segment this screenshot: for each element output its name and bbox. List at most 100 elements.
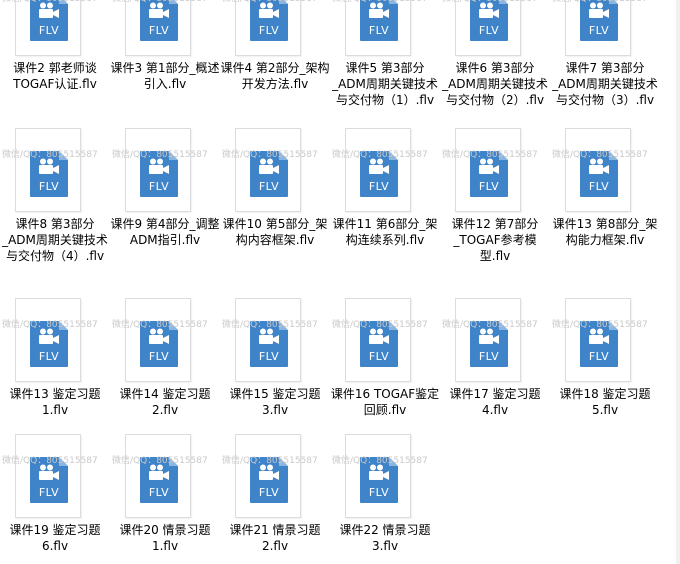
file-name: 课件17 鉴定习题4.flv <box>449 387 541 417</box>
video-file-icon: FLV <box>360 0 398 41</box>
watermark-text: 微信/QQ：805515587 <box>442 0 552 4</box>
file-ext-label: FLV <box>148 180 170 193</box>
file-ext-label: FLV <box>38 486 60 499</box>
file-ext-label: FLV <box>588 350 610 363</box>
file-thumbnail: FLV 微信/QQ：805515587 <box>332 298 428 382</box>
file-name: 课件22 情景习题3.flv <box>339 523 431 553</box>
video-camera-icon <box>259 2 279 18</box>
watermark-text: 微信/QQ：805515587 <box>112 456 208 466</box>
video-camera-icon <box>589 2 609 18</box>
video-file-icon: FLV <box>250 0 288 41</box>
watermark-text: 微信/QQ：805515587 <box>442 320 538 330</box>
file-thumbnail: FLV 微信/QQ：805515587 <box>112 434 208 518</box>
file-grid: FLV 微信/QQ：805515587 课件2 郭老师谈TOGAF认证.flv FLV… <box>0 0 680 564</box>
file-name: 课件21 情景习题2.flv <box>229 523 321 553</box>
file-thumbnail: FLV 微信/QQ：805515587 <box>2 434 98 518</box>
watermark-text: 微信/QQ：805515587 <box>2 320 98 330</box>
file-thumbnail: FLV微信/QQ：805515587 <box>332 434 428 518</box>
file-name: 课件7 第3部分_ADM周期关键技术与交付物（3）.flv <box>552 61 658 107</box>
file-ext-label: FLV <box>258 180 280 193</box>
watermark-text: 微信/QQ：805515587 <box>222 0 332 4</box>
video-camera-icon <box>149 158 169 174</box>
file-name: 课件18 鉴定习题5.flv <box>559 387 651 417</box>
watermark-text: 微信/QQ：805515587 <box>2 0 112 4</box>
video-camera-icon <box>369 2 389 18</box>
file-thumbnail: FLV微信/QQ：805515587 <box>552 298 648 382</box>
watermark-text: 微信/QQ：805515587 <box>112 0 222 4</box>
file-ext-label: FLV <box>368 24 390 37</box>
watermark-text: 微信/QQ：805515587 <box>2 150 98 160</box>
file-ext-label: FLV <box>478 24 500 37</box>
file-thumbnail: FLV微信/QQ：805515587 <box>552 0 648 56</box>
video-camera-icon <box>369 328 389 344</box>
watermark-text: 微信/QQ：805515587 <box>332 0 442 4</box>
file-ext-label: FLV <box>148 486 170 499</box>
file-thumbnail: FLV微信/QQ：805515587 <box>2 298 98 382</box>
file-ext-label: FLV <box>38 180 60 193</box>
video-camera-icon <box>589 158 609 174</box>
file-name: 课件13 第8部分_架构能力框架.flv <box>552 217 658 247</box>
video-camera-icon <box>259 158 279 174</box>
file-name: 课件2 郭老师谈TOGAF认证.flv <box>13 61 97 91</box>
file-thumbnail: FLV微信/QQ：805515587 <box>2 0 98 56</box>
vertical-scrollbar[interactable] <box>676 0 680 564</box>
file-ext-label: FLV <box>38 24 60 37</box>
watermark-text: 微信/QQ：805515587 <box>222 150 318 160</box>
watermark-text: 微信/QQ：805515587 <box>442 150 538 160</box>
file-name: 课件4 第2部分_架构开发方法.flv <box>220 61 330 91</box>
file-ext-label: FLV <box>478 180 500 193</box>
file-thumbnail: FLV微信/QQ：805515587 <box>442 0 538 56</box>
watermark-text: 微信/QQ：805515587 <box>332 320 428 330</box>
file-ext-label: FLV <box>258 486 280 499</box>
video-camera-icon <box>369 464 389 480</box>
file-ext-label: FLV <box>588 24 610 37</box>
file-name: 课件20 情景习题1.flv <box>119 523 211 553</box>
video-camera-icon <box>589 328 609 344</box>
file-thumbnail: FLV 微信/QQ：805515587 <box>222 128 318 212</box>
video-camera-icon <box>39 328 59 344</box>
file-name: 课件6 第3部分_ADM周期关键技术与交付物（2）.flv <box>442 61 548 107</box>
watermark-text: 微信/QQ：805515587 <box>112 320 208 330</box>
file-ext-label: FLV <box>368 486 390 499</box>
file-name: 课件12 第7部分_TOGAF参考模型.flv <box>451 217 539 263</box>
video-file-icon: FLV <box>140 0 178 41</box>
file-ext-label: FLV <box>258 350 280 363</box>
video-camera-icon <box>39 158 59 174</box>
file-name: 课件10 第5部分_架构内容框架.flv <box>222 217 328 247</box>
video-camera-icon <box>259 464 279 480</box>
file-thumbnail: FLV 微信/QQ：805515587 <box>222 434 318 518</box>
file-thumbnail: FLV微信/QQ：805515587 <box>112 0 208 56</box>
video-file-icon: FLV <box>580 0 618 41</box>
file-name: 课件19 鉴定习题6.flv <box>9 523 101 553</box>
watermark-text: 微信/QQ：805515587 <box>552 150 648 160</box>
file-thumbnail: FLV微信/QQ：805515587 <box>222 0 318 56</box>
file-ext-label: FLV <box>148 350 170 363</box>
video-file-icon: FLV <box>30 0 68 41</box>
file-thumbnail: FLV 微信/QQ：805515587 <box>112 298 208 382</box>
video-camera-icon <box>39 464 59 480</box>
file-thumbnail: FLV微信/QQ：805515587 <box>332 0 428 56</box>
watermark-text: 微信/QQ：805515587 <box>2 456 98 466</box>
file-name: 课件16 TOGAF鉴定回顾.flv <box>330 387 440 417</box>
video-camera-icon <box>479 158 499 174</box>
watermark-text: 微信/QQ：805515587 <box>552 0 662 4</box>
file-name: 课件5 第3部分_ADM周期关键技术与交付物（1）.flv <box>332 61 438 107</box>
video-camera-icon <box>149 328 169 344</box>
file-name: 课件13 鉴定习题1.flv <box>9 387 101 417</box>
video-camera-icon <box>479 328 499 344</box>
file-name: 课件9 第4部分_调整ADM指引.flv <box>110 217 220 247</box>
watermark-text: 微信/QQ：805515587 <box>222 320 318 330</box>
file-name: 课件3 第1部分_概述引入.flv <box>110 61 220 91</box>
file-name: 课件15 鉴定习题3.flv <box>229 387 321 417</box>
file-ext-label: FLV <box>368 350 390 363</box>
file-thumbnail: FLV微信/QQ：805515587 <box>332 128 428 212</box>
file-thumbnail: FLV 微信/QQ：805515587 <box>552 128 648 212</box>
file-ext-label: FLV <box>148 24 170 37</box>
video-camera-icon <box>149 2 169 18</box>
watermark-text: 微信/QQ：805515587 <box>222 456 318 466</box>
file-thumbnail: FLV 微信/QQ：805515587 <box>222 298 318 382</box>
file-thumbnail: FLV 微信/QQ：805515587 <box>442 298 538 382</box>
file-ext-label: FLV <box>478 350 500 363</box>
file-name: 课件11 第6部分_架构连续系列.flv <box>332 217 438 247</box>
file-ext-label: FLV <box>588 180 610 193</box>
